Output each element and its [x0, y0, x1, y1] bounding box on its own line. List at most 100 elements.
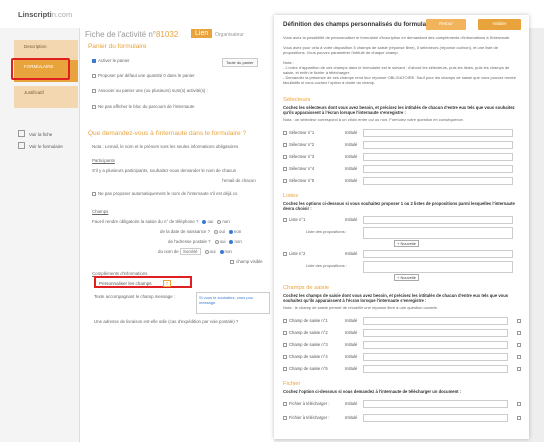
checkbox[interactable]	[230, 260, 234, 264]
radio-non[interactable]	[219, 250, 224, 254]
intitule-input[interactable]	[363, 141, 513, 149]
associer-panier-row[interactable]: Associer au panier une (ou plusieurs) su…	[92, 88, 208, 93]
optional-checkbox[interactable]	[517, 355, 521, 359]
radio-oui[interactable]	[214, 240, 219, 244]
modal-title: Définition des champs personnalisés du f…	[283, 21, 434, 28]
optional-checkbox[interactable]	[517, 416, 521, 420]
selecteur-row[interactable]: Sélecteur n°2 Intitulé	[283, 141, 523, 149]
intitule-input[interactable]	[363, 400, 508, 408]
checkbox[interactable]	[283, 367, 287, 371]
naissance-question: de la date de naissance ?	[160, 229, 211, 234]
liste-label: Liste n°2	[289, 251, 306, 256]
intitule-input[interactable]	[363, 177, 513, 185]
intitule-input[interactable]	[363, 165, 513, 173]
checkbox[interactable]	[92, 105, 96, 109]
checkbox[interactable]	[283, 218, 287, 222]
sidebar-item-justificatif[interactable]: Justificatif	[14, 86, 78, 108]
champ-label: Champ de saisie n°1	[289, 318, 328, 323]
checkbox[interactable]	[283, 167, 287, 171]
listes-title: Listes	[283, 193, 299, 199]
checkbox[interactable]	[92, 74, 96, 78]
checkbox[interactable]	[283, 402, 287, 406]
checkbox[interactable]	[283, 343, 287, 347]
intitule-input[interactable]	[363, 414, 508, 422]
champ-row[interactable]: Champ de saisie n°3 Intitulé	[283, 341, 523, 349]
ne-pas-afficher-row[interactable]: Ne pas afficher le bloc du parcours de l…	[92, 104, 194, 109]
fichier-label: Fichier à télécharger :	[289, 415, 330, 420]
intitule-input[interactable]	[363, 250, 513, 258]
intitule-input[interactable]	[363, 153, 513, 161]
optional-checkbox[interactable]	[517, 331, 521, 335]
champ-row[interactable]: Champ de saisie n°2 Intitulé	[283, 329, 523, 337]
main-panel: Fiche de l'activité n°81032 Lien Organis…	[80, 28, 274, 442]
societe-field[interactable]: Société	[179, 248, 201, 255]
intitule-input[interactable]	[363, 353, 508, 361]
fichier-row[interactable]: Fichier à télécharger : Intitulé	[283, 400, 523, 408]
intitule-label: Intitulé	[345, 415, 358, 420]
checkbox[interactable]	[283, 355, 287, 359]
optional-checkbox[interactable]	[517, 319, 521, 323]
non-label: non	[222, 219, 230, 224]
radio-oui[interactable]	[202, 220, 207, 224]
activer-panier-row[interactable]: Activer le panier	[92, 58, 129, 63]
radio-oui[interactable]	[214, 230, 219, 234]
selecteur-row[interactable]: Sélecteur n°5 Intitulé	[283, 177, 523, 185]
intitule-input[interactable]	[363, 341, 508, 349]
champ-visible-row[interactable]: champ visible	[230, 259, 263, 264]
liste-propositions-input[interactable]	[363, 261, 513, 273]
intitule-input[interactable]	[363, 317, 508, 325]
selecteur-label-wrap: Sélecteur n°5	[283, 178, 314, 183]
checkbox[interactable]	[283, 416, 287, 420]
personnaliser-champs-button[interactable]: Personnaliser les champs ?	[94, 276, 192, 288]
nouvelle-button[interactable]: + Nouvelle	[394, 240, 420, 247]
optional-checkbox[interactable]	[517, 367, 521, 371]
retour-button[interactable]: Retour	[426, 19, 466, 30]
radio-non[interactable]	[228, 230, 233, 234]
checkbox[interactable]	[283, 331, 287, 335]
checkbox[interactable]	[283, 155, 287, 159]
intitule-input[interactable]	[363, 216, 513, 224]
liste-row[interactable]: Liste n°1 Intitulé	[283, 216, 523, 224]
intitule-input[interactable]	[363, 329, 508, 337]
proposer-quantite-row[interactable]: Proposer par défaut une quantité 0 dans …	[92, 73, 195, 78]
radio-non[interactable]	[217, 220, 222, 224]
ne-pas-proposer-row[interactable]: Ne pas proposer automatiquement le nom d…	[92, 191, 237, 196]
optional-checkbox[interactable]	[517, 343, 521, 347]
selecteur-row[interactable]: Sélecteur n°4 Intitulé	[283, 165, 523, 173]
checkbox[interactable]	[283, 143, 287, 147]
texte-accompagnant-input[interactable]: Si vous le souhaitez, vous pou message.	[196, 292, 270, 314]
valider-button[interactable]: Valider	[478, 19, 521, 30]
checkbox[interactable]	[92, 192, 96, 196]
intitule-label: Intitulé	[345, 330, 358, 335]
checkbox[interactable]	[92, 59, 96, 63]
radio-oui[interactable]	[204, 250, 209, 254]
checkbox[interactable]	[283, 179, 287, 183]
checkbox[interactable]	[92, 89, 96, 93]
radio-non[interactable]	[229, 240, 234, 244]
champ-row[interactable]: Champ de saisie n°5 Intitulé	[283, 365, 523, 373]
toute-panier-button[interactable]: Toute du panier	[222, 58, 258, 67]
nouvelle-button[interactable]: + Nouvelle	[394, 274, 420, 281]
liste-propositions-input[interactable]	[363, 227, 513, 239]
selecteur-label: Sélecteur n°2	[289, 142, 315, 147]
liste-row[interactable]: Liste n°2 Intitulé	[283, 250, 523, 258]
help-icon[interactable]: ?	[162, 280, 171, 287]
selecteur-label: Sélecteur n°3	[289, 154, 315, 159]
fichier-row[interactable]: Fichier à télécharger : Intitulé	[283, 414, 523, 422]
lien-badge[interactable]: Lien	[191, 29, 213, 38]
checkbox[interactable]	[283, 131, 287, 135]
checkbox[interactable]	[283, 319, 287, 323]
sidebar-link-voir-formulaire[interactable]: Voir le formulaire	[18, 142, 63, 149]
champ-row[interactable]: Champ de saisie n°1 Intitulé	[283, 317, 523, 325]
optional-checkbox[interactable]	[517, 402, 521, 406]
selecteur-row[interactable]: Sélecteur n°1 Intitulé	[283, 129, 523, 137]
checkbox[interactable]	[283, 252, 287, 256]
intitule-input[interactable]	[363, 129, 513, 137]
champ-row[interactable]: Champ de saisie n°4 Intitulé	[283, 353, 523, 361]
intitule-input[interactable]	[363, 365, 508, 373]
naissance-row: de la date de naissance ? oui non	[160, 229, 241, 234]
selecteur-row[interactable]: Sélecteur n°3 Intitulé	[283, 153, 523, 161]
modal-nota-1: - L'ordre d'apparition de ces champs dan…	[283, 65, 510, 75]
logo[interactable]: Linscriptin.com	[18, 10, 72, 19]
sidebar-link-voir-fiche[interactable]: Voir la fiche	[18, 130, 52, 137]
